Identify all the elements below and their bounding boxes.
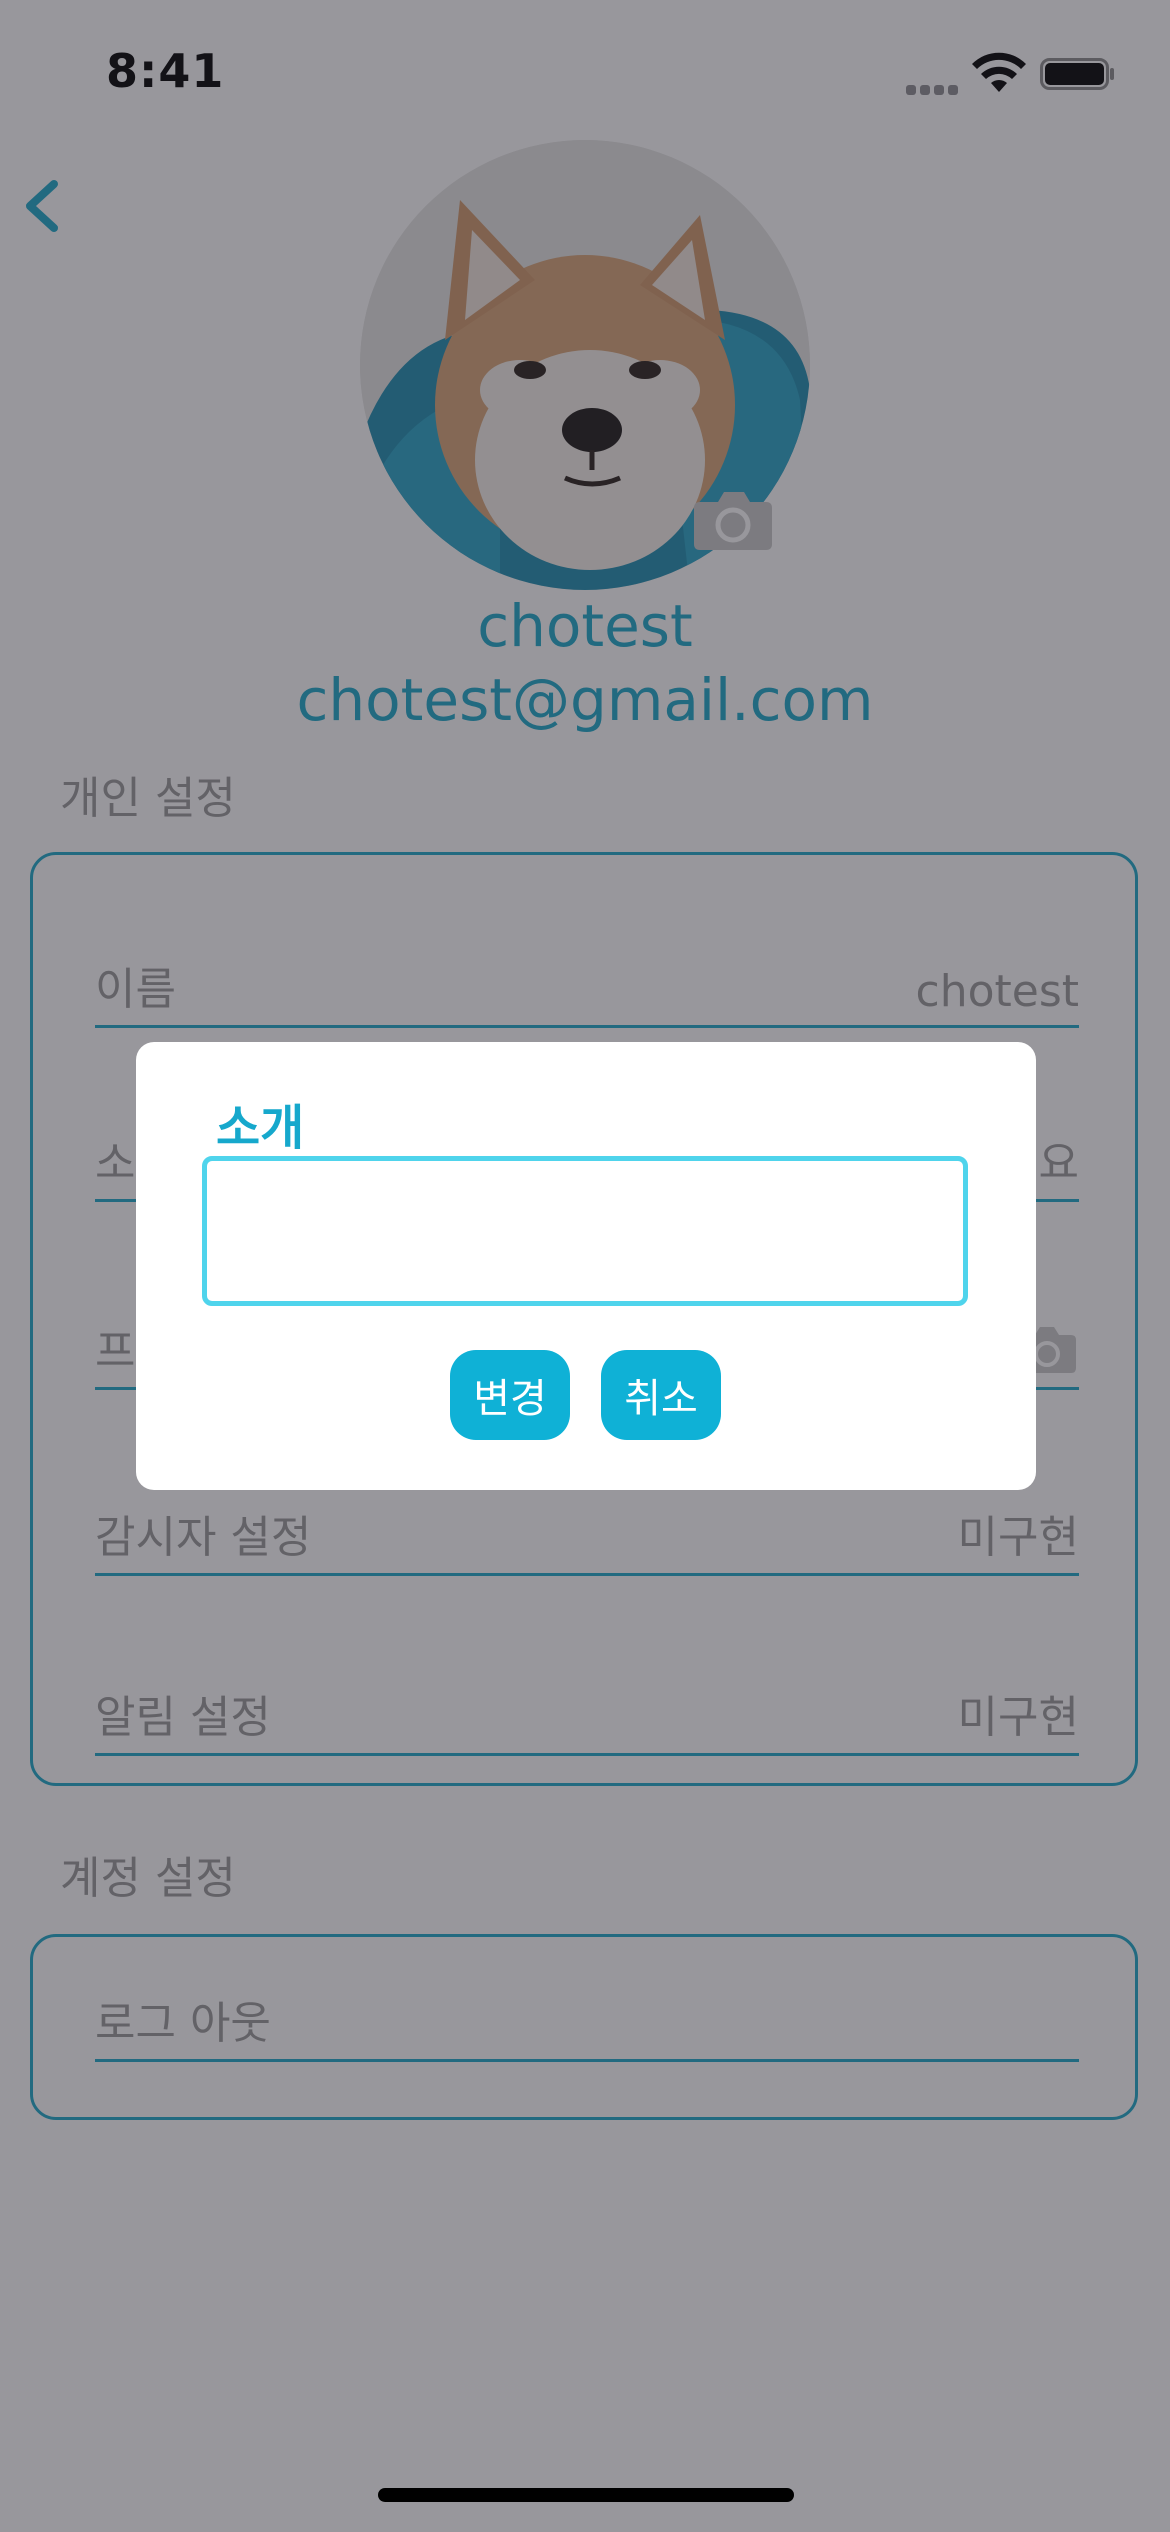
- change-button[interactable]: 변경: [450, 1350, 570, 1440]
- dialog-title: 소개: [216, 1100, 305, 1156]
- cancel-button[interactable]: 취소: [601, 1350, 721, 1440]
- home-indicator[interactable]: [378, 2488, 794, 2502]
- intro-input[interactable]: [202, 1156, 968, 1306]
- intro-edit-dialog: 소개 변경 취소: [136, 1042, 1036, 1490]
